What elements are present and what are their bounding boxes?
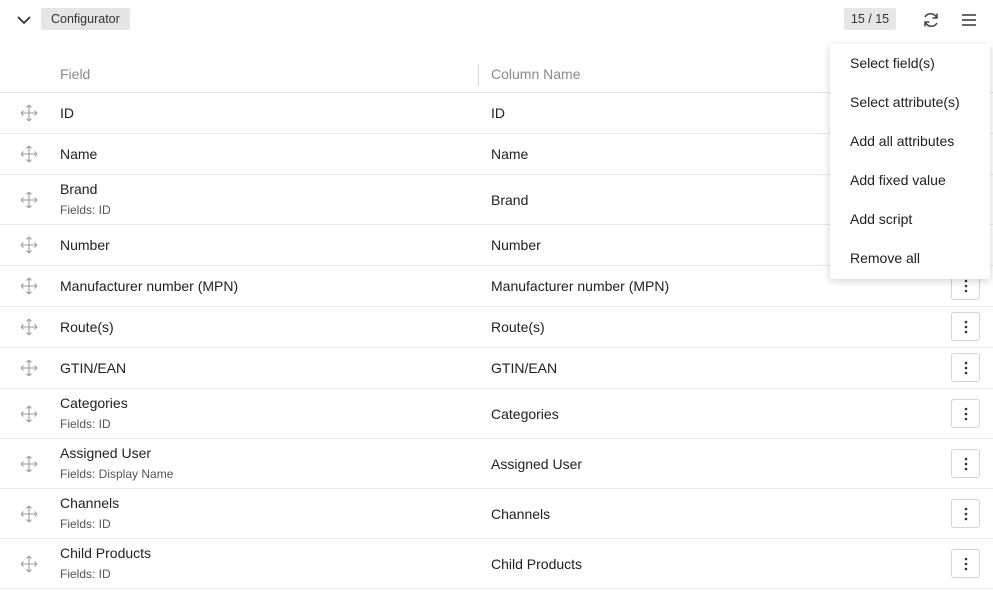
column-name[interactable]: Brand	[491, 192, 528, 208]
menu-item[interactable]: Remove all	[830, 239, 990, 278]
column-name[interactable]: Channels	[491, 506, 550, 522]
table-row[interactable]: Child Products Fields: ID Child Products	[0, 539, 993, 589]
field-name: Channels	[60, 495, 120, 511]
table-row[interactable]: Categories Fields: ID Categories	[0, 389, 993, 439]
menu-item[interactable]: Select attribute(s)	[830, 83, 990, 122]
column-name-header: Column Name	[491, 66, 581, 82]
move-icon[interactable]	[19, 190, 39, 210]
field-name: Route(s)	[60, 319, 114, 335]
move-icon[interactable]	[19, 554, 39, 574]
menu-item[interactable]: Add fixed value	[830, 161, 990, 200]
hamburger-menu-icon[interactable]	[958, 9, 980, 31]
more-vertical-icon[interactable]	[951, 312, 980, 341]
column-resize-handle[interactable]	[478, 64, 479, 86]
move-icon[interactable]	[19, 103, 39, 123]
field-column-header: Field	[60, 66, 91, 82]
field-name: ID	[60, 105, 74, 121]
move-icon[interactable]	[19, 358, 39, 378]
move-icon[interactable]	[19, 144, 39, 164]
field-subfields: Fields: Display Name	[60, 467, 174, 481]
field-name: Assigned User	[60, 445, 152, 461]
table-row[interactable]: Route(s) Route(s)	[0, 307, 993, 348]
field-name: Brand	[60, 181, 98, 197]
table-row[interactable]: Channels Fields: ID Channels	[0, 489, 993, 539]
field-subfields: Fields: ID	[60, 417, 111, 431]
column-name[interactable]: Name	[491, 146, 528, 162]
table-row[interactable]: GTIN/EAN GTIN/EAN	[0, 348, 993, 389]
column-name[interactable]: ID	[491, 105, 505, 121]
table-row[interactable]: Assigned User Fields: Display Name Assigne…	[0, 439, 993, 489]
more-vertical-icon[interactable]	[951, 399, 980, 428]
move-icon[interactable]	[19, 235, 39, 255]
more-vertical-icon[interactable]	[951, 499, 980, 528]
more-vertical-icon[interactable]	[951, 549, 980, 578]
move-icon[interactable]	[19, 404, 39, 424]
menu-item[interactable]: Add all attributes	[830, 122, 990, 161]
column-name[interactable]: Assigned User	[491, 456, 582, 472]
field-subfields: Fields: ID	[60, 567, 111, 581]
move-icon[interactable]	[19, 276, 39, 296]
field-subfields: Fields: ID	[60, 517, 111, 531]
field-name: GTIN/EAN	[60, 360, 127, 376]
menu-item[interactable]: Add script	[830, 200, 990, 239]
more-vertical-icon[interactable]	[951, 353, 980, 382]
column-name[interactable]: GTIN/EAN	[491, 360, 557, 376]
field-name: Categories	[60, 395, 128, 411]
toolbar: Configurator 15 / 15	[0, 0, 993, 40]
move-icon[interactable]	[19, 504, 39, 524]
field-counter: 15 / 15	[844, 8, 896, 30]
more-vertical-icon[interactable]	[951, 449, 980, 478]
column-name[interactable]: Number	[491, 237, 541, 253]
field-subfields: Fields: ID	[60, 203, 111, 217]
actions-menu: Select field(s) Select attribute(s) Add al…	[830, 44, 990, 279]
field-name: Name	[60, 146, 98, 162]
refresh-icon[interactable]	[920, 9, 942, 31]
configurator-label: Configurator	[41, 8, 130, 30]
column-name[interactable]: Route(s)	[491, 319, 545, 335]
field-name: Manufacturer number (MPN)	[60, 278, 239, 294]
field-name: Child Products	[60, 545, 152, 561]
column-name[interactable]: Manufacturer number (MPN)	[491, 278, 669, 294]
menu-item[interactable]: Select field(s)	[830, 44, 990, 83]
chevron-down-icon[interactable]	[14, 10, 34, 30]
field-name: Number	[60, 237, 110, 253]
move-icon[interactable]	[19, 454, 39, 474]
move-icon[interactable]	[19, 317, 39, 337]
column-name[interactable]: Categories	[491, 406, 559, 422]
column-name[interactable]: Child Products	[491, 556, 582, 572]
